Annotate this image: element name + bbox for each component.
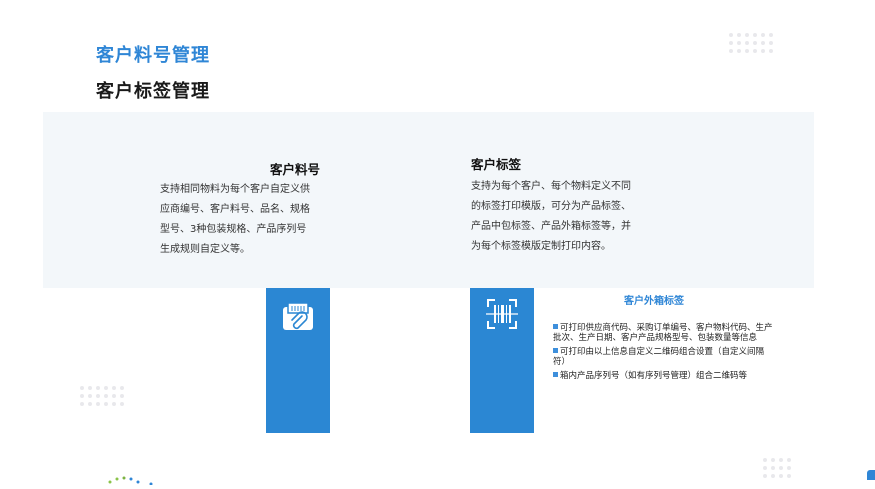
bullet-square-icon <box>553 348 558 353</box>
bullet-square-icon <box>553 324 558 329</box>
page-title-secondary: 客户标签管理 <box>96 81 210 102</box>
desc-line: 生成规则自定义等。 <box>160 244 250 255</box>
column-title-customer-label: 客户标签 <box>471 157 522 172</box>
column-desc-customer-part-number: 支持相同物料为每个客户自定义供 应商编号、客户料号、品名、规格 型号、3种包装规… <box>160 180 350 260</box>
list-item: 可打印供应商代码、采购订单编号、客户物料代码、生产批次、生产日期、客户产品规格型… <box>553 323 773 343</box>
barcode-scan-icon <box>486 298 518 329</box>
desc-line: 支持相同物料为每个客户自定义供 <box>160 184 310 195</box>
document-clip-icon <box>282 302 314 331</box>
corner-accent <box>867 470 875 480</box>
desc-line: 应商编号、客户料号、品名、规格 <box>160 204 310 215</box>
desc-line: 的标签打印模版，可分为产品标签、 <box>471 201 631 212</box>
list-item-text: 箱内产品序列号（如有序列号管理）组合二维码等 <box>560 371 748 381</box>
desc-line: 支持为每个客户、每个物料定义不同 <box>471 181 631 192</box>
outer-box-label-title: 客户外箱标签 <box>624 296 684 307</box>
outer-box-label-list: 可打印供应商代码、采购订单编号、客户物料代码、生产批次、生产日期、客户产品规格型… <box>553 323 773 385</box>
page-title-primary: 客户料号管理 <box>96 45 210 66</box>
list-item: 箱内产品序列号（如有序列号管理）组合二维码等 <box>553 371 773 381</box>
desc-line: 产品中包标签、产品外箱标签等，并 <box>471 221 631 232</box>
column-desc-customer-label: 支持为每个客户、每个物料定义不同 的标签打印模版，可分为产品标签、 产品中包标签… <box>471 177 671 257</box>
list-item-text: 可打印由以上信息自定义二维码组合设置（自定义间隔符） <box>553 347 765 367</box>
column-title-customer-part-number: 客户料号 <box>270 162 321 177</box>
bullet-square-icon <box>553 372 558 377</box>
decor-dots-left <box>80 386 124 406</box>
list-item-text: 可打印供应商代码、采购订单编号、客户物料代码、生产批次、生产日期、客户产品规格型… <box>553 323 773 343</box>
desc-line: 为每个标签模版定制打印内容。 <box>471 241 611 252</box>
features-panel: 客户料号 支持相同物料为每个客户自定义供 应商编号、客户料号、品名、规格 型号、… <box>43 112 814 288</box>
decor-green-dots <box>106 470 156 486</box>
decor-dots-bottom-right <box>763 458 791 478</box>
decor-dots-top-right <box>729 33 773 53</box>
list-item: 可打印由以上信息自定义二维码组合设置（自定义间隔符） <box>553 347 773 367</box>
desc-line: 型号、3种包装规格、产品序列号 <box>160 224 307 235</box>
